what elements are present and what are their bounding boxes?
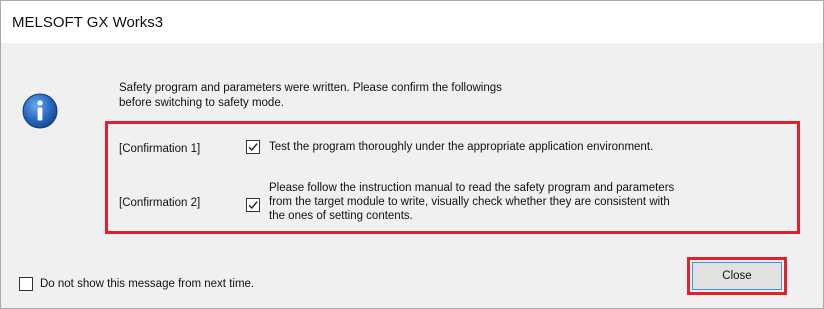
confirmation-1-checkbox[interactable] bbox=[246, 140, 260, 154]
confirmation-2-checkbox[interactable] bbox=[246, 198, 260, 212]
confirmation-2-text-line: Please follow the instruction manual to … bbox=[269, 182, 675, 194]
checkmark-icon bbox=[248, 201, 258, 210]
dont-show-checkbox[interactable] bbox=[19, 277, 33, 291]
confirmation-1-text-line: Test the program thoroughly under the ap… bbox=[269, 141, 654, 153]
dialog-window: MELSOFT GX Works3 Safety program and par… bbox=[0, 0, 824, 309]
close-button[interactable]: Close bbox=[692, 262, 782, 290]
checkmark-icon bbox=[248, 143, 258, 152]
confirmation-1-label: [Confirmation 1] bbox=[119, 143, 201, 155]
dialog-message: Safety program and parameters were writt… bbox=[119, 81, 502, 111]
info-icon bbox=[22, 93, 58, 129]
confirmation-1-text: Test the program thoroughly under the ap… bbox=[269, 140, 653, 154]
confirmation-2-text-line: from the target module to write, visuall… bbox=[269, 196, 670, 208]
title-bar: MELSOFT GX Works3 bbox=[1, 1, 823, 43]
window-title: MELSOFT GX Works3 bbox=[12, 14, 164, 31]
message-line-2: before switching to safety mode. bbox=[119, 97, 284, 109]
confirmation-2-text-line: the ones of setting contents. bbox=[269, 210, 413, 222]
message-line-1: Safety program and parameters were writt… bbox=[119, 82, 502, 94]
dont-show-label: Do not show this message from next time. bbox=[40, 278, 255, 290]
confirmation-2-text: Please follow the instruction manual to … bbox=[269, 181, 674, 223]
confirmation-2-label: [Confirmation 2] bbox=[119, 197, 201, 209]
